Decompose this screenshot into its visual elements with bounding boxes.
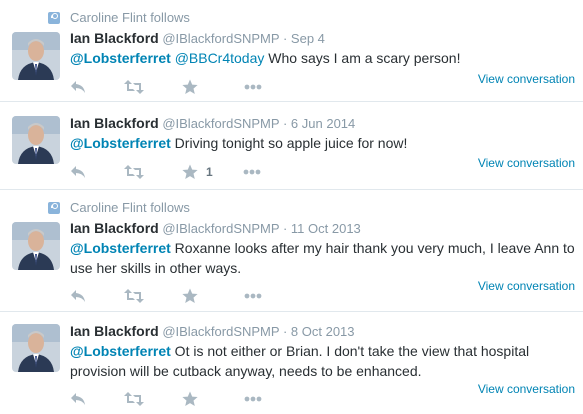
reply-icon — [71, 166, 85, 178]
tweet-header: Ian Blackford @IBlackfordSNPMP · Sep 4 — [70, 30, 325, 46]
tweet-actions — [70, 287, 300, 305]
mention-link[interactable]: @Lobsterferret — [70, 343, 171, 359]
avatar[interactable] — [12, 116, 60, 164]
author-fullname[interactable]: Ian Blackford — [70, 30, 159, 46]
retweet-button[interactable] — [124, 80, 144, 94]
tweet-actions — [70, 390, 300, 408]
author-handle[interactable]: @IBlackfordSNPMP — [162, 116, 279, 131]
retweet-button[interactable] — [124, 392, 144, 406]
mention-link[interactable]: @Lobsterferret — [70, 50, 171, 66]
more-dots-icon — [244, 396, 262, 402]
tweet-header: Ian Blackford @IBlackfordSNPMP · 11 Oct … — [70, 220, 361, 236]
favorite-star-icon — [182, 288, 198, 303]
favorite-star-icon — [182, 164, 198, 179]
tweet-text: @Lobsterferret @BBCr4today Who says I am… — [70, 48, 575, 68]
tweet-timestamp[interactable]: 6 Jun 2014 — [291, 116, 355, 131]
tweet-actions — [70, 78, 300, 96]
mention-link[interactable]: @Lobsterferret — [70, 240, 171, 256]
favorite-star-icon — [182, 79, 198, 94]
more-button[interactable] — [244, 293, 262, 299]
retweet-icon — [124, 80, 144, 94]
view-conversation-link[interactable]: View conversation — [478, 72, 575, 86]
reply-icon — [71, 393, 85, 405]
follow-context-icon — [48, 11, 60, 24]
favorite-button[interactable] — [182, 391, 206, 407]
retweet-icon — [124, 392, 144, 406]
tweet-text: @Lobsterferret Roxanne looks after my ha… — [70, 238, 575, 278]
tweet-body: Driving tonight so apple juice for now! — [170, 135, 408, 151]
tweet-item[interactable]: Caroline Flint follows Ian Blackford @IB… — [0, 190, 583, 312]
social-context: Caroline Flint follows — [48, 200, 190, 215]
author-handle[interactable]: @IBlackfordSNPMP — [162, 31, 279, 46]
retweet-button[interactable] — [124, 165, 144, 179]
view-conversation-link[interactable]: View conversation — [478, 156, 575, 170]
favorite-count: 1 — [206, 165, 213, 179]
reply-button[interactable] — [70, 392, 86, 406]
author-fullname[interactable]: Ian Blackford — [70, 323, 159, 339]
more-button[interactable] — [244, 396, 262, 402]
more-dots-icon — [243, 169, 261, 175]
tweet-timestamp[interactable]: Sep 4 — [291, 31, 325, 46]
context-text: Caroline Flint follows — [70, 200, 190, 215]
mention-link[interactable]: @BBCr4today — [175, 50, 265, 66]
retweet-button[interactable] — [124, 289, 144, 303]
mention-link[interactable]: @Lobsterferret — [70, 135, 171, 151]
author-fullname[interactable]: Ian Blackford — [70, 115, 159, 131]
separator-dot: · — [282, 31, 288, 46]
reply-button[interactable] — [70, 165, 86, 179]
author-handle[interactable]: @IBlackfordSNPMP — [162, 324, 279, 339]
separator-dot: · — [282, 221, 288, 236]
tweet-header: Ian Blackford @IBlackfordSNPMP · 8 Oct 2… — [70, 323, 355, 339]
tweet-actions: 1 — [70, 163, 299, 181]
reply-icon — [71, 290, 85, 302]
avatar[interactable] — [12, 324, 60, 372]
more-button[interactable] — [244, 84, 262, 90]
reply-button[interactable] — [70, 80, 86, 94]
more-button[interactable] — [243, 169, 261, 175]
tweet-item[interactable]: Ian Blackford @IBlackfordSNPMP · 8 Oct 2… — [0, 312, 583, 414]
view-conversation-link[interactable]: View conversation — [478, 382, 575, 396]
view-conversation-link[interactable]: View conversation — [478, 279, 575, 293]
author-fullname[interactable]: Ian Blackford — [70, 220, 159, 236]
separator-dot: · — [282, 116, 288, 131]
reply-button[interactable] — [70, 289, 86, 303]
tweet-body: Who says I am a scary person! — [264, 50, 461, 66]
more-dots-icon — [244, 293, 262, 299]
tweet-item[interactable]: Caroline Flint follows Ian Blackford @IB… — [0, 0, 583, 102]
retweet-icon — [124, 165, 144, 179]
favorite-star-icon — [182, 391, 198, 406]
retweet-icon — [124, 289, 144, 303]
tweet-item[interactable]: Ian Blackford @IBlackfordSNPMP · 6 Jun 2… — [0, 102, 583, 190]
favorite-button[interactable] — [182, 79, 206, 95]
tweet-text: @Lobsterferret Driving tonight so apple … — [70, 133, 575, 153]
avatar[interactable] — [12, 32, 60, 80]
tweet-text: @Lobsterferret Ot is not either or Brian… — [70, 341, 575, 381]
avatar[interactable] — [12, 222, 60, 270]
context-text: Caroline Flint follows — [70, 10, 190, 25]
author-handle[interactable]: @IBlackfordSNPMP — [162, 221, 279, 236]
social-context: Caroline Flint follows — [48, 10, 190, 25]
separator-dot: · — [282, 324, 288, 339]
reply-icon — [71, 81, 85, 93]
tweet-timestamp[interactable]: 11 Oct 2013 — [291, 221, 361, 236]
tweet-header: Ian Blackford @IBlackfordSNPMP · 6 Jun 2… — [70, 115, 355, 131]
follow-context-icon — [48, 201, 60, 214]
favorite-button[interactable] — [182, 288, 206, 304]
more-dots-icon — [244, 84, 262, 90]
tweet-timestamp[interactable]: 8 Oct 2013 — [291, 324, 355, 339]
favorite-button[interactable]: 1 — [182, 164, 213, 180]
